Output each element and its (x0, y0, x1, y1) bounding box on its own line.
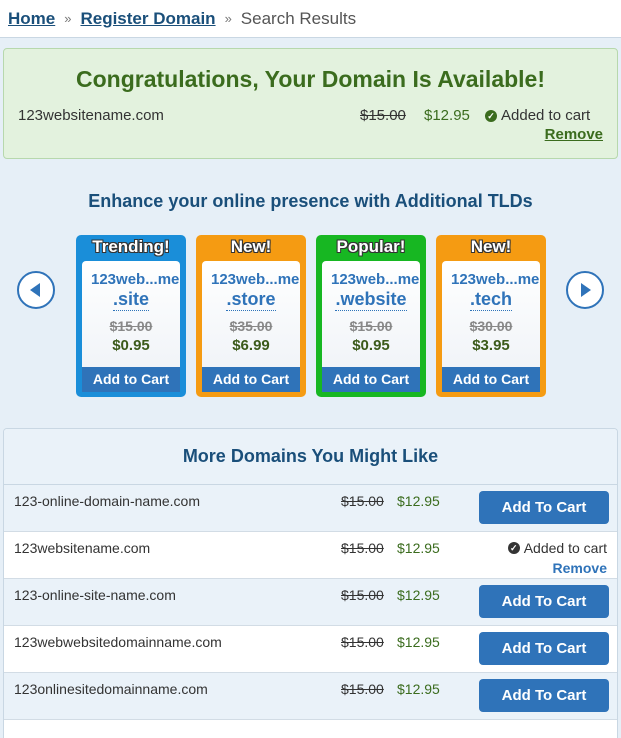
domain-row: 123websitename.com $15.00 $12.95 ✓ Added… (4, 532, 617, 579)
domain-name: 123webwebsitedomainname.com (14, 634, 222, 650)
tld-card-body: 123web...me .website $15.00 $0.95 (322, 261, 420, 367)
breadcrumb-separator: » (64, 11, 72, 26)
domain-new-price: $12.95 (397, 634, 440, 650)
tld-domain-name: 123web...me (331, 271, 420, 288)
tld-extension-label: .tech (469, 289, 512, 311)
tld-domain-name: 123web...me (211, 271, 300, 288)
added-to-cart-status: ✓ Added to cart (507, 540, 607, 556)
domain-row: 123-online-domain-name.com $15.00 $12.95… (4, 485, 617, 532)
tld-extension: .tech (442, 289, 540, 311)
banner-added-label: Added to cart (501, 107, 591, 124)
tld-domain-name: 123web...me (91, 271, 180, 288)
check-circle-icon: ✓ (485, 109, 497, 122)
tld-add-to-cart-button[interactable]: Add to Cart (82, 367, 180, 392)
tld-badge: New! (230, 237, 272, 256)
banner-remove-link[interactable]: Remove (545, 126, 603, 143)
banner-new-price: $12.95 (424, 107, 470, 124)
tld-old-price: $15.00 (109, 318, 153, 334)
tld-heading: Enhance your online presence with Additi… (88, 191, 533, 211)
breadcrumb-home-link[interactable]: Home (8, 9, 55, 29)
tld-card-body: 123web...me .store $35.00 $6.99 (202, 261, 300, 367)
tld-domain-name: 123web...me (451, 271, 540, 288)
check-circle-icon: ✓ (507, 542, 520, 554)
banner-title: Congratulations, Your Domain Is Availabl… (75, 66, 546, 92)
tld-add-to-cart-button[interactable]: Add to Cart (322, 367, 420, 392)
carousel-prev-button[interactable] (17, 271, 55, 309)
domain-new-price: $12.95 (397, 540, 440, 556)
tld-extension-label: .website (335, 289, 407, 311)
tld-add-to-cart-button[interactable]: Add to Cart (442, 367, 540, 392)
tld-new-price: $0.95 (352, 337, 390, 354)
tld-extension-label: .store (226, 289, 276, 311)
banner-old-price: $15.00 (360, 107, 406, 124)
add-to-cart-button[interactable]: Add To Cart (479, 679, 609, 712)
domain-row: 123onlinesitedomainname.com $15.00 $12.9… (4, 673, 617, 720)
breadcrumb-register-link[interactable]: Register Domain (80, 9, 215, 29)
tld-old-price: $30.00 (469, 318, 513, 334)
tld-badge: Popular! (336, 237, 406, 256)
chevron-left-icon (30, 283, 40, 297)
domain-old-price: $15.00 (341, 493, 384, 509)
breadcrumb-separator: » (224, 11, 232, 26)
carousel-next-button[interactable] (566, 271, 604, 309)
banner-added-status: ✓ Added to cart (485, 107, 590, 124)
add-to-cart-button[interactable]: Add To Cart (479, 632, 609, 665)
tld-new-price: $0.95 (112, 337, 150, 354)
domain-name: 123-online-site-name.com (14, 587, 176, 603)
domain-old-price: $15.00 (341, 634, 384, 650)
tld-old-price: $35.00 (229, 318, 273, 334)
tld-card-website: Popular! 123web...me .website $15.00 $0.… (316, 235, 426, 397)
add-to-cart-button[interactable]: Add To Cart (479, 585, 609, 618)
domain-new-price: $12.95 (397, 681, 440, 697)
tld-new-price: $3.95 (472, 337, 510, 354)
domain-new-price: $12.95 (397, 493, 440, 509)
domain-name: 123websitename.com (14, 540, 151, 556)
added-to-cart-label: Added to cart (523, 540, 607, 556)
domain-row: 123webwebsitedomainname.com $15.00 $12.9… (4, 626, 617, 673)
tld-badge: New! (470, 237, 512, 256)
remove-link[interactable]: Remove (553, 560, 607, 576)
domain-new-price: $12.95 (397, 587, 440, 603)
domain-name: 123onlinesitedomainname.com (14, 681, 208, 697)
availability-banner: Congratulations, Your Domain Is Availabl… (3, 48, 618, 159)
tld-add-to-cart-button[interactable]: Add to Cart (202, 367, 300, 392)
banner-domain-name: 123websitename.com (18, 107, 164, 124)
tld-extension: .website (322, 289, 420, 311)
tld-extension: .store (202, 289, 300, 311)
domain-name: 123-online-domain-name.com (14, 493, 200, 509)
domain-old-price: $15.00 (341, 681, 384, 697)
tld-card-tech: New! 123web...me .tech $30.00 $3.95 Add … (436, 235, 546, 397)
tld-card-body: 123web...me .site $15.00 $0.95 (82, 261, 180, 367)
tld-card-site: Trending! 123web...me .site $15.00 $0.95… (76, 235, 186, 397)
chevron-right-icon (581, 283, 591, 297)
tld-badge: Trending! (92, 237, 170, 256)
more-domains-panel: More Domains You Might Like 123-online-d… (3, 428, 618, 738)
tld-extension: .site (82, 289, 180, 311)
tld-old-price: $15.00 (349, 318, 393, 334)
domain-old-price: $15.00 (341, 540, 384, 556)
tld-card-store: New! 123web...me .store $35.00 $6.99 Add… (196, 235, 306, 397)
domain-row: 123-online-site-name.com $15.00 $12.95 A… (4, 579, 617, 626)
tld-extension-label: .site (112, 289, 150, 311)
more-domains-title: More Domains You Might Like (4, 429, 617, 485)
tld-card-body: 123web...me .tech $30.00 $3.95 (442, 261, 540, 367)
domain-old-price: $15.00 (341, 587, 384, 603)
tld-new-price: $6.99 (232, 337, 270, 354)
breadcrumb: Home » Register Domain » Search Results (0, 0, 621, 38)
breadcrumb-current: Search Results (240, 8, 357, 28)
add-to-cart-button[interactable]: Add To Cart (479, 491, 609, 524)
